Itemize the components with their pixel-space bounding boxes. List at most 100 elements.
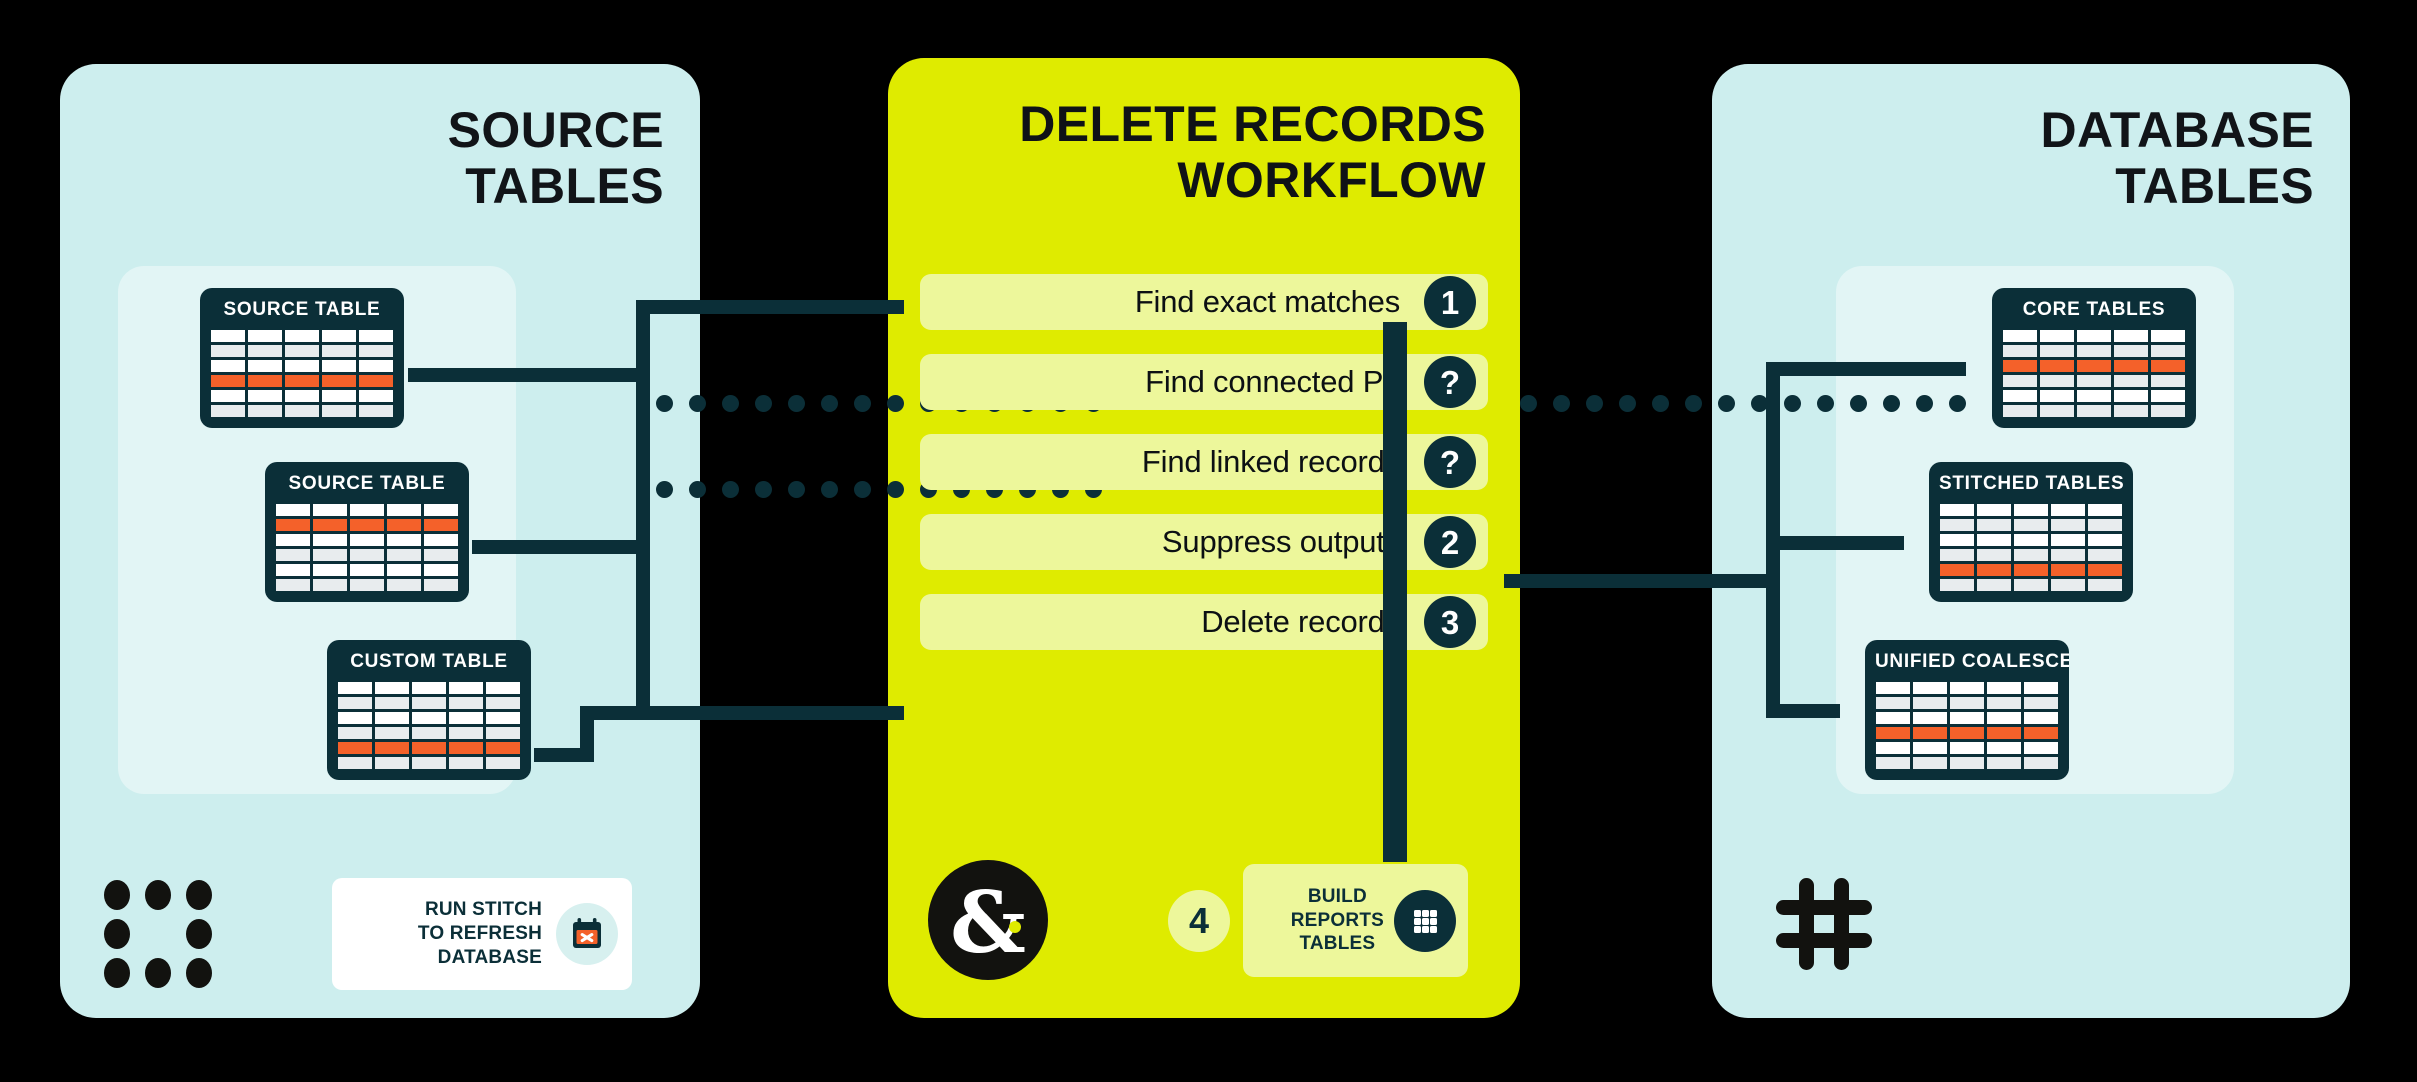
- table-cell: [2024, 727, 2058, 739]
- table-cell: [1913, 682, 1947, 694]
- workflow-spine: [1383, 322, 1407, 862]
- table-cell: [2003, 390, 2037, 402]
- table-cell: [211, 330, 245, 342]
- table-cell: [2051, 564, 2085, 576]
- workflow-step-label: Find exact matches: [1134, 284, 1400, 319]
- table-cell: [313, 564, 347, 576]
- table-cell: [1876, 757, 1910, 769]
- connector-unified-stub: [1766, 704, 1840, 718]
- table-cell: [449, 682, 483, 694]
- table-cell: [276, 534, 310, 546]
- run-stitch-label: RUN STITCH TO REFRESH DATABASE: [417, 899, 542, 968]
- table-cell: [424, 549, 458, 561]
- table-cell: [248, 375, 282, 387]
- table-cell: [2151, 405, 2185, 417]
- table-cell: [1977, 549, 2011, 561]
- hash-icon: [1768, 864, 1888, 984]
- table-cell: [338, 682, 372, 694]
- table-card-grid: [211, 330, 393, 417]
- table-cell: [2151, 345, 2185, 357]
- table-cell: [285, 405, 319, 417]
- table-cell: [1977, 519, 2011, 531]
- table-cell: [2040, 345, 2074, 357]
- table-cell: [359, 345, 393, 357]
- connector-left-trunk: [636, 300, 650, 720]
- grid-3x3-icon: [1394, 889, 1456, 952]
- table-cell: [1987, 757, 2021, 769]
- table-cell: [276, 549, 310, 561]
- table-cell: [2077, 360, 2111, 372]
- build-reports-tables-button[interactable]: BUILD REPORTS TABLES: [1243, 864, 1468, 977]
- table-cell: [424, 504, 458, 516]
- table-cell: [1876, 697, 1910, 709]
- table-cell: [2014, 519, 2048, 531]
- table-cell: [2024, 742, 2058, 754]
- table-cell: [2088, 534, 2122, 546]
- table-cell: [1950, 727, 1984, 739]
- table-cell: [2151, 360, 2185, 372]
- table-cell: [449, 742, 483, 754]
- table-cell: [1940, 549, 1974, 561]
- table-cell: [387, 504, 421, 516]
- run-stitch-button[interactable]: RUN STITCH TO REFRESH DATABASE: [332, 878, 632, 990]
- table-cell: [2051, 549, 2085, 561]
- table-card-title: UNIFIED COALESCED: [1875, 651, 2069, 672]
- table-cell: [285, 375, 319, 387]
- table-cell: [2114, 390, 2148, 402]
- table-cell: [2024, 757, 2058, 769]
- table-cell: [412, 712, 446, 724]
- table-cell: [338, 727, 372, 739]
- table-cell: [387, 579, 421, 591]
- build-reports-label: BUILD REPORTS TABLES: [1290, 885, 1384, 955]
- table-cell: [1987, 742, 2021, 754]
- connector-center-to-right: [1504, 574, 1766, 588]
- connector-table1-stub: [408, 368, 642, 382]
- table-cell: [2014, 564, 2048, 576]
- table-cell: [1940, 579, 1974, 591]
- ampersand-logo: &: [928, 860, 1048, 980]
- table-cell: [338, 757, 372, 769]
- table-cell: [211, 390, 245, 402]
- table-cell: [486, 727, 520, 739]
- table-cell: [1950, 682, 1984, 694]
- table-cell: [1913, 712, 1947, 724]
- table-cell: [359, 375, 393, 387]
- table-cell: [1913, 757, 1947, 769]
- table-cell: [322, 405, 356, 417]
- table-cell: [2040, 360, 2074, 372]
- table-cell: [2051, 534, 2085, 546]
- table-cell: [1876, 742, 1910, 754]
- table-card-core: CORE TABLES: [1992, 288, 2196, 428]
- table-cell: [2003, 375, 2037, 387]
- table-cell: [2077, 405, 2111, 417]
- connector-left-bottom-h: [580, 706, 904, 720]
- table-cell: [2040, 330, 2074, 342]
- table-cell: [486, 742, 520, 754]
- dotted-flow-right: [1520, 395, 1966, 412]
- table-cell: [248, 390, 282, 402]
- table-cell: [1940, 564, 1974, 576]
- table-card-grid: [1940, 504, 2122, 591]
- table-cell: [211, 360, 245, 372]
- table-card-grid: [1876, 682, 2058, 769]
- table-card-title: SOURCE TABLE: [223, 299, 381, 320]
- table-cell: [350, 579, 384, 591]
- table-cell: [412, 697, 446, 709]
- table-cell: [2151, 330, 2185, 342]
- table-cell: [211, 405, 245, 417]
- table-cell: [1913, 727, 1947, 739]
- table-cell: [424, 564, 458, 576]
- panel-title-workflow: DELETE RECORDS WORKFLOW: [1019, 96, 1486, 208]
- table-cell: [322, 360, 356, 372]
- table-cell: [322, 345, 356, 357]
- workflow-step-label: Delete records: [1201, 604, 1400, 639]
- panel-title-source-tables: SOURCE TABLES: [447, 102, 664, 214]
- table-card-custom: CUSTOM TABLE: [327, 640, 531, 780]
- table-cell: [1876, 682, 1910, 694]
- table-cell: [313, 519, 347, 531]
- infographic-canvas: SOURCE TABLES DELETE RECORDS WORKFLOW DA…: [0, 0, 2417, 1082]
- table-cell: [375, 742, 409, 754]
- table-cell: [276, 564, 310, 576]
- table-cell: [248, 360, 282, 372]
- connector-table3-stub: [534, 748, 594, 762]
